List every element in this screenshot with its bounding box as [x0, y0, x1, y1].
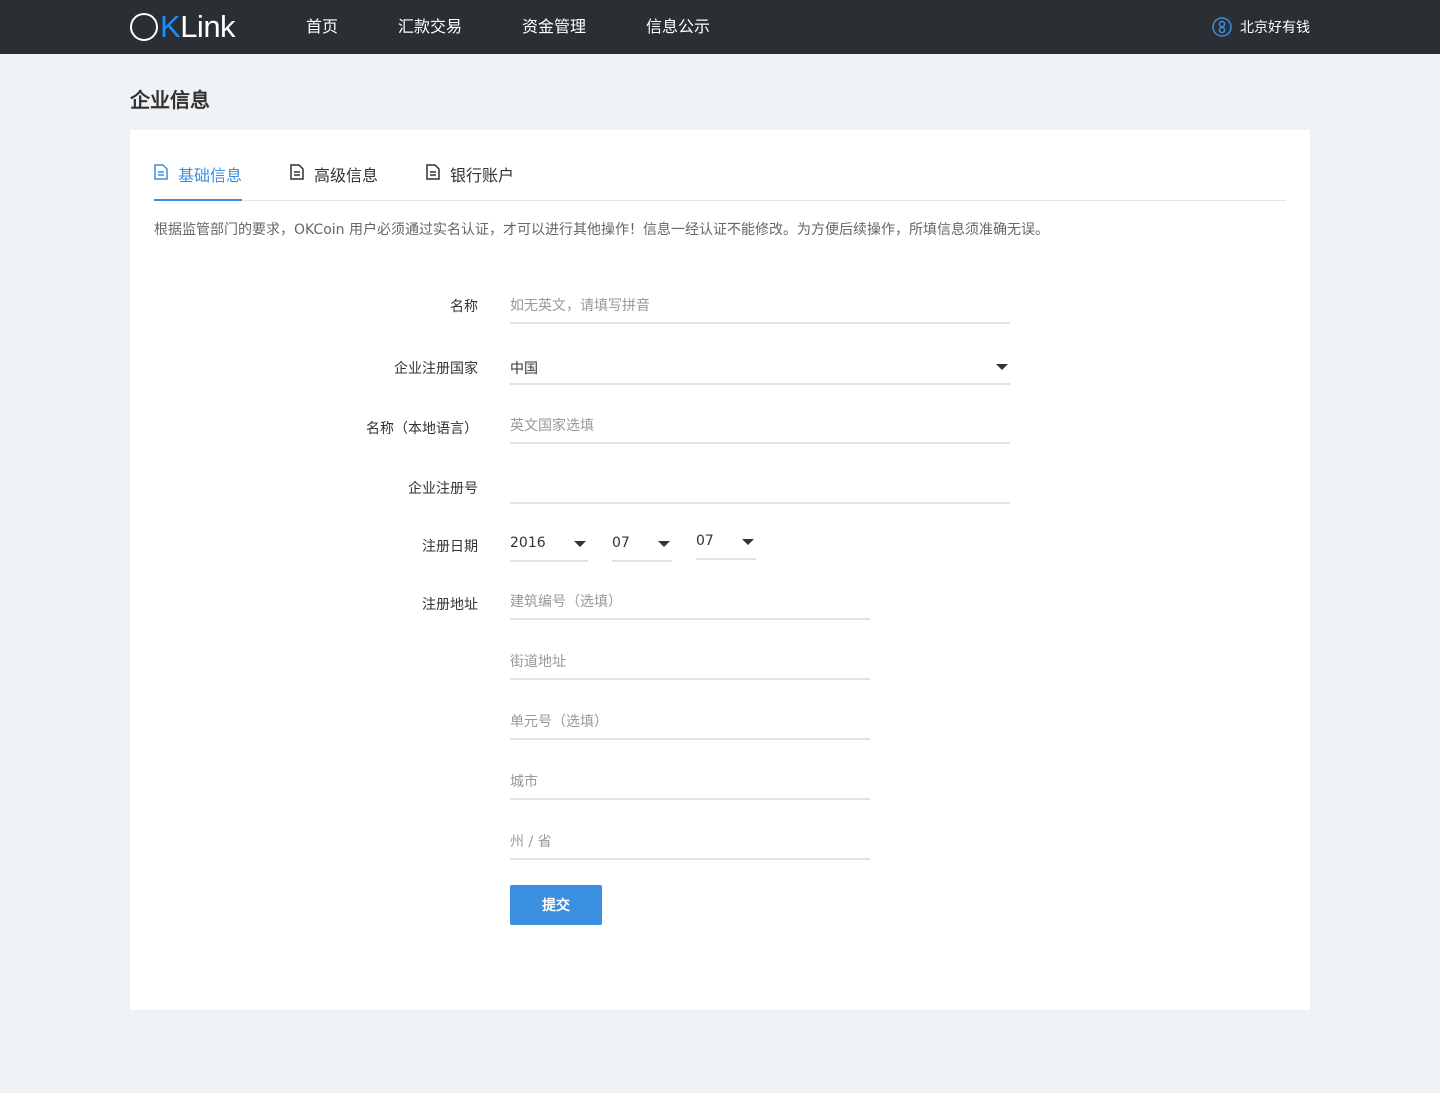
tab-label: 高级信息 — [314, 166, 379, 185]
name-input[interactable] — [510, 290, 1010, 322]
country-label: 企业注册国家 — [394, 361, 478, 377]
user-name: 北京好有钱 — [1240, 20, 1310, 36]
nav-item-disclosure[interactable]: 信息公示 — [646, 0, 710, 54]
logo-text: Link — [180, 9, 236, 44]
name-label: 名称 — [450, 299, 478, 315]
tab-label: 银行账户 — [450, 166, 515, 185]
chevron-down-icon — [996, 364, 1008, 370]
reg-no-input[interactable] — [510, 470, 1010, 502]
top-nav-bar: K Link 首页 汇款交易 资金管理 信息公示 北京好有钱 — [0, 0, 1440, 54]
logo-k: K — [160, 9, 181, 44]
month-select[interactable]: 07 — [612, 528, 672, 562]
city-field — [510, 766, 870, 800]
local-name-input[interactable] — [510, 410, 1010, 442]
street-field — [510, 646, 870, 680]
reg-no-label: 企业注册号 — [408, 481, 478, 497]
building-field — [510, 586, 870, 620]
nav-item-remittance[interactable]: 汇款交易 — [398, 0, 462, 54]
chevron-down-icon — [742, 539, 754, 545]
country-value: 中国 — [510, 361, 538, 377]
logo-o-ring — [130, 13, 158, 41]
state-field — [510, 826, 870, 860]
city-input[interactable] — [510, 766, 870, 798]
oklink-logo[interactable]: K Link — [130, 9, 236, 45]
document-icon — [426, 164, 440, 180]
tab-bank-account[interactable]: 银行账户 — [426, 162, 514, 201]
name-field — [510, 290, 1010, 324]
local-name-field — [510, 410, 1010, 444]
page-title: 企业信息 — [130, 88, 210, 112]
tab-bar: 基础信息 高级信息 银行账户 — [154, 130, 1286, 201]
state-input[interactable] — [510, 826, 870, 858]
address-label: 注册地址 — [422, 597, 478, 613]
month-value: 07 — [612, 535, 630, 551]
nav-item-home[interactable]: 首页 — [306, 0, 338, 54]
tab-label: 基础信息 — [178, 166, 243, 185]
year-select[interactable]: 2016 — [510, 528, 588, 562]
user-menu[interactable]: 北京好有钱 — [1212, 0, 1310, 54]
country-select[interactable]: 中国 — [510, 351, 1010, 385]
main-nav: 首页 汇款交易 资金管理 信息公示 — [306, 0, 770, 54]
reg-date-label: 注册日期 — [422, 539, 478, 555]
chevron-down-icon — [658, 541, 670, 547]
local-name-label: 名称（本地语言） — [366, 421, 478, 437]
street-input[interactable] — [510, 646, 870, 678]
building-input[interactable] — [510, 586, 870, 618]
unit-field — [510, 706, 870, 740]
tab-basic-info[interactable]: 基础信息 — [154, 162, 243, 201]
user-icon — [1212, 17, 1232, 37]
day-select[interactable]: 07 — [696, 526, 756, 560]
reg-no-field — [510, 470, 1010, 504]
nav-item-funds[interactable]: 资金管理 — [522, 0, 586, 54]
verification-notice: 根据监管部门的要求，OKCoin 用户必须通过实名认证，才可以进行其他操作！信息… — [154, 222, 1049, 238]
day-value: 07 — [696, 533, 714, 549]
document-icon — [154, 164, 168, 180]
unit-input[interactable] — [510, 706, 870, 738]
submit-button[interactable]: 提交 — [510, 885, 602, 925]
chevron-down-icon — [574, 541, 586, 547]
document-icon — [290, 164, 304, 180]
year-value: 2016 — [510, 535, 546, 551]
tab-advanced-info[interactable]: 高级信息 — [290, 162, 378, 201]
content-card: 基础信息 高级信息 银行账户 根据监管部门的要求，OKCoin 用户必须通过实名… — [130, 130, 1310, 1010]
